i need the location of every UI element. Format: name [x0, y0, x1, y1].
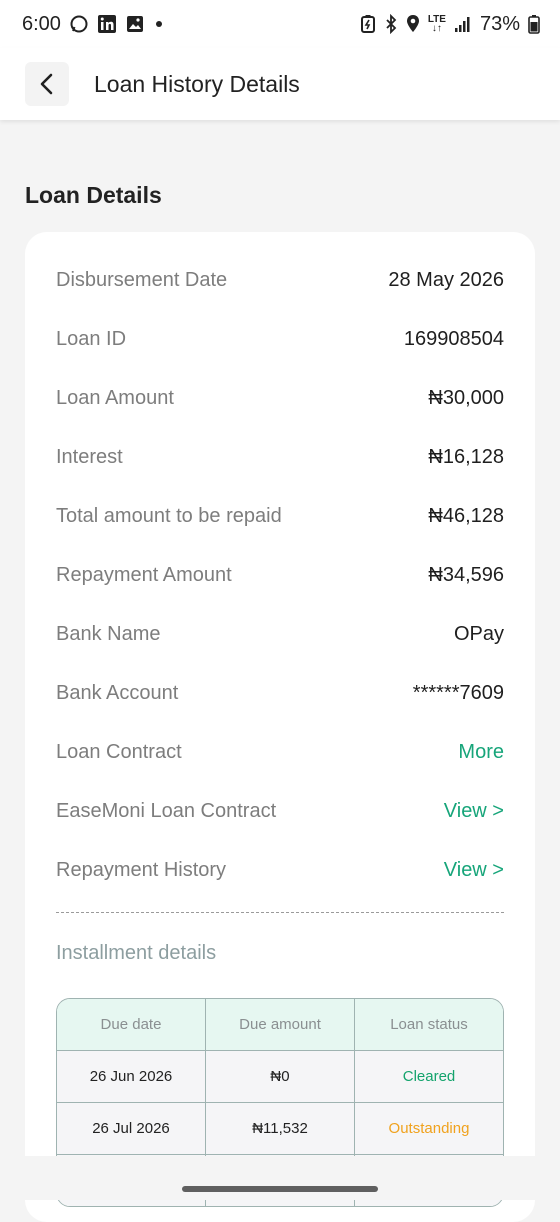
table-header-loan-status: Loan status [354, 999, 503, 1050]
detail-row-repayment-amount: Repayment Amount ₦34,596 [56, 558, 504, 592]
table-row: 26 Jul 2026 ₦11,532 Outstanding [57, 1102, 503, 1154]
cell-due-date: 26 Jul 2026 [57, 1103, 205, 1154]
detail-row-bank-name: Bank Name OPay [56, 617, 504, 651]
detail-value: OPay [453, 622, 504, 645]
easemoni-contract-view-link[interactable]: View > [444, 800, 504, 823]
gesture-handle[interactable] [182, 1186, 378, 1192]
table-header-row: Due date Due amount Loan status [57, 999, 503, 1050]
cell-due-date: 26 Jun 2026 [57, 1051, 205, 1102]
cell-due-amount: ₦0 [205, 1051, 354, 1102]
location-icon [406, 14, 420, 34]
detail-row-repayment-history: Repayment History View > [56, 853, 504, 887]
back-button[interactable] [25, 62, 69, 106]
signal-icon [454, 15, 472, 33]
detail-label: Interest [56, 445, 123, 468]
status-bar: 6:00 LTE ↓↑ 73% [0, 0, 560, 48]
detail-label: Repayment Amount [56, 563, 232, 586]
detail-row-interest: Interest ₦16,128 [56, 440, 504, 474]
data-arrows: ↓↑ [431, 23, 442, 34]
detail-value: ₦46,128 [428, 504, 504, 527]
detail-label: Loan Contract [56, 740, 182, 763]
detail-row-loan-contract: Loan Contract More [56, 735, 504, 769]
page-title: Loan History Details [94, 70, 300, 97]
navigation-area [0, 1156, 560, 1200]
detail-label: Loan Amount [56, 386, 174, 409]
detail-label: Repayment History [56, 858, 227, 881]
linkedin-icon [97, 14, 117, 34]
battery-icon [528, 14, 540, 34]
detail-value: ₦34,596 [428, 563, 504, 586]
detail-label: Total amount to be repaid [56, 504, 282, 527]
detail-label: Bank Name [56, 622, 161, 645]
detail-row-disbursement-date: Disbursement Date 28 May 2026 [56, 263, 504, 297]
detail-row-loan-id: Loan ID 169908504 [56, 322, 504, 356]
loan-details-card: Disbursement Date 28 May 2026 Loan ID 16… [25, 232, 535, 1222]
detail-label: Disbursement Date [56, 268, 228, 291]
lte-icon: LTE ↓↑ [428, 15, 446, 34]
dot-icon [153, 14, 165, 34]
bluetooth-icon [384, 14, 398, 34]
status-time: 6:00 [22, 12, 61, 35]
detail-value: ******7609 [412, 681, 504, 704]
table-header-due-amount: Due amount [205, 999, 354, 1050]
detail-row-bank-account: Bank Account ******7609 [56, 676, 504, 710]
detail-label: EaseMoni Loan Contract [56, 799, 277, 822]
detail-value: ₦16,128 [428, 445, 504, 468]
status-left: 6:00 [22, 13, 165, 36]
dashed-divider [56, 912, 504, 913]
installment-title: Installment details [56, 942, 217, 964]
detail-value: ₦30,000 [428, 386, 504, 409]
battery-saver-icon [360, 14, 376, 34]
detail-label: Loan ID [56, 327, 127, 350]
battery-percent: 73% [479, 12, 520, 35]
status-right: LTE ↓↑ 73% [360, 13, 540, 36]
whatsapp-icon [69, 14, 89, 34]
app-bar: Loan History Details [0, 48, 560, 120]
cell-loan-status: Cleared [354, 1051, 503, 1102]
detail-row-easemoni-contract: EaseMoni Loan Contract View > [56, 794, 504, 828]
detail-row-total-repaid: Total amount to be repaid ₦46,128 [56, 499, 504, 533]
detail-value: 169908504 [403, 327, 504, 350]
table-header-due-date: Due date [100, 1016, 162, 1033]
cell-due-amount: ₦11,532 [205, 1103, 354, 1154]
repayment-history-view-link[interactable]: View > [444, 859, 504, 882]
detail-label: Bank Account [56, 681, 179, 704]
cell-loan-status: Outstanding [354, 1103, 503, 1154]
detail-row-loan-amount: Loan Amount ₦30,000 [56, 381, 504, 415]
gallery-icon [125, 14, 145, 34]
section-title: Loan Details [25, 182, 162, 208]
table-row: 26 Jun 2026 ₦0 Cleared [57, 1050, 503, 1102]
detail-value: 28 May 2026 [388, 268, 504, 291]
chevron-left-icon [40, 73, 53, 95]
loan-contract-more-link[interactable]: More [458, 741, 504, 764]
